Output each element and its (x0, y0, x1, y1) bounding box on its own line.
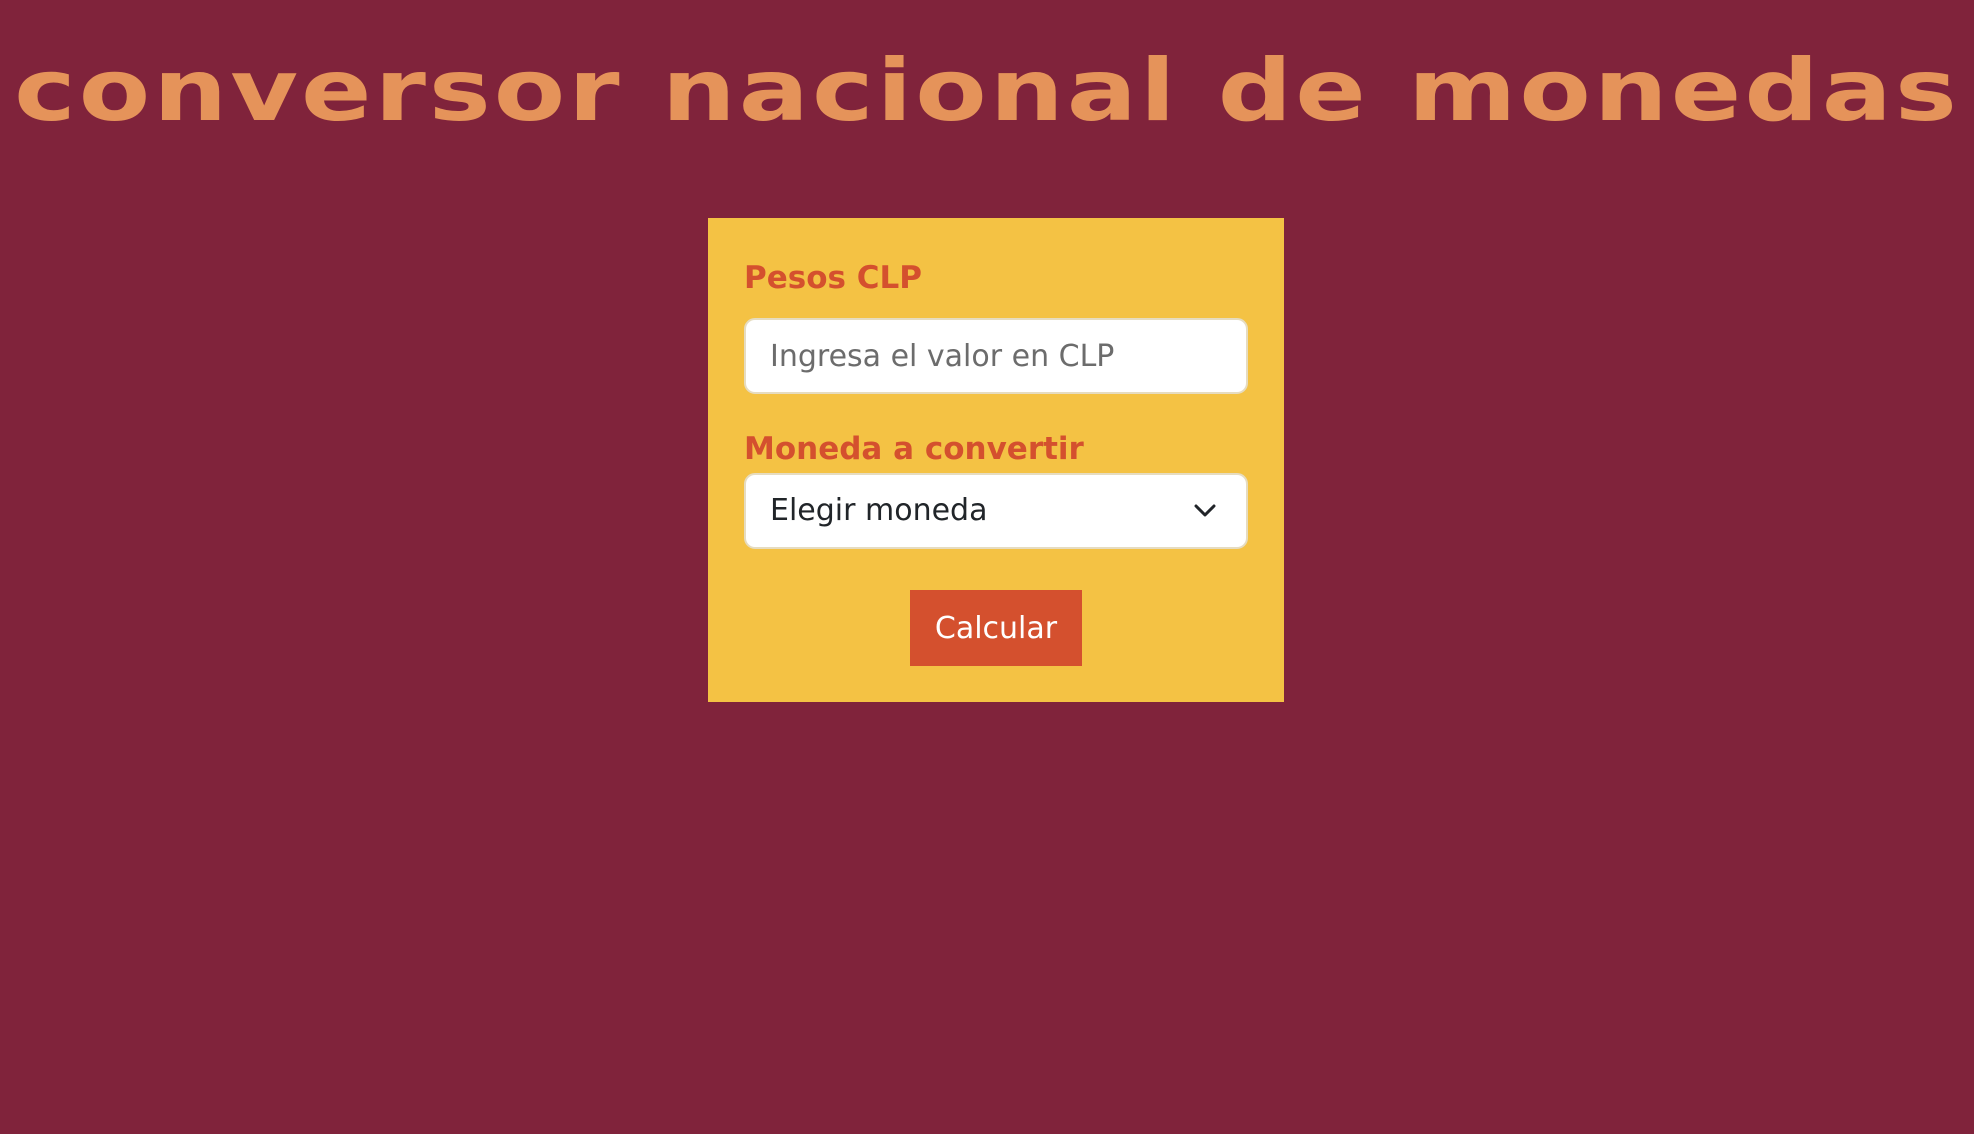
calculate-button[interactable]: Calcular (910, 590, 1082, 666)
chevron-down-icon (1194, 504, 1216, 517)
currency-label: Moneda a convertir (744, 431, 1084, 467)
clp-input[interactable] (744, 318, 1248, 394)
currency-select[interactable]: Elegir moneda (744, 473, 1248, 549)
clp-label: Pesos CLP (744, 260, 922, 296)
currency-select-value: Elegir moneda (770, 493, 988, 528)
converter-card: Pesos CLP Moneda a convertir Elegir mone… (708, 218, 1284, 702)
page-title: conversor nacional de monedas (14, 40, 1960, 141)
